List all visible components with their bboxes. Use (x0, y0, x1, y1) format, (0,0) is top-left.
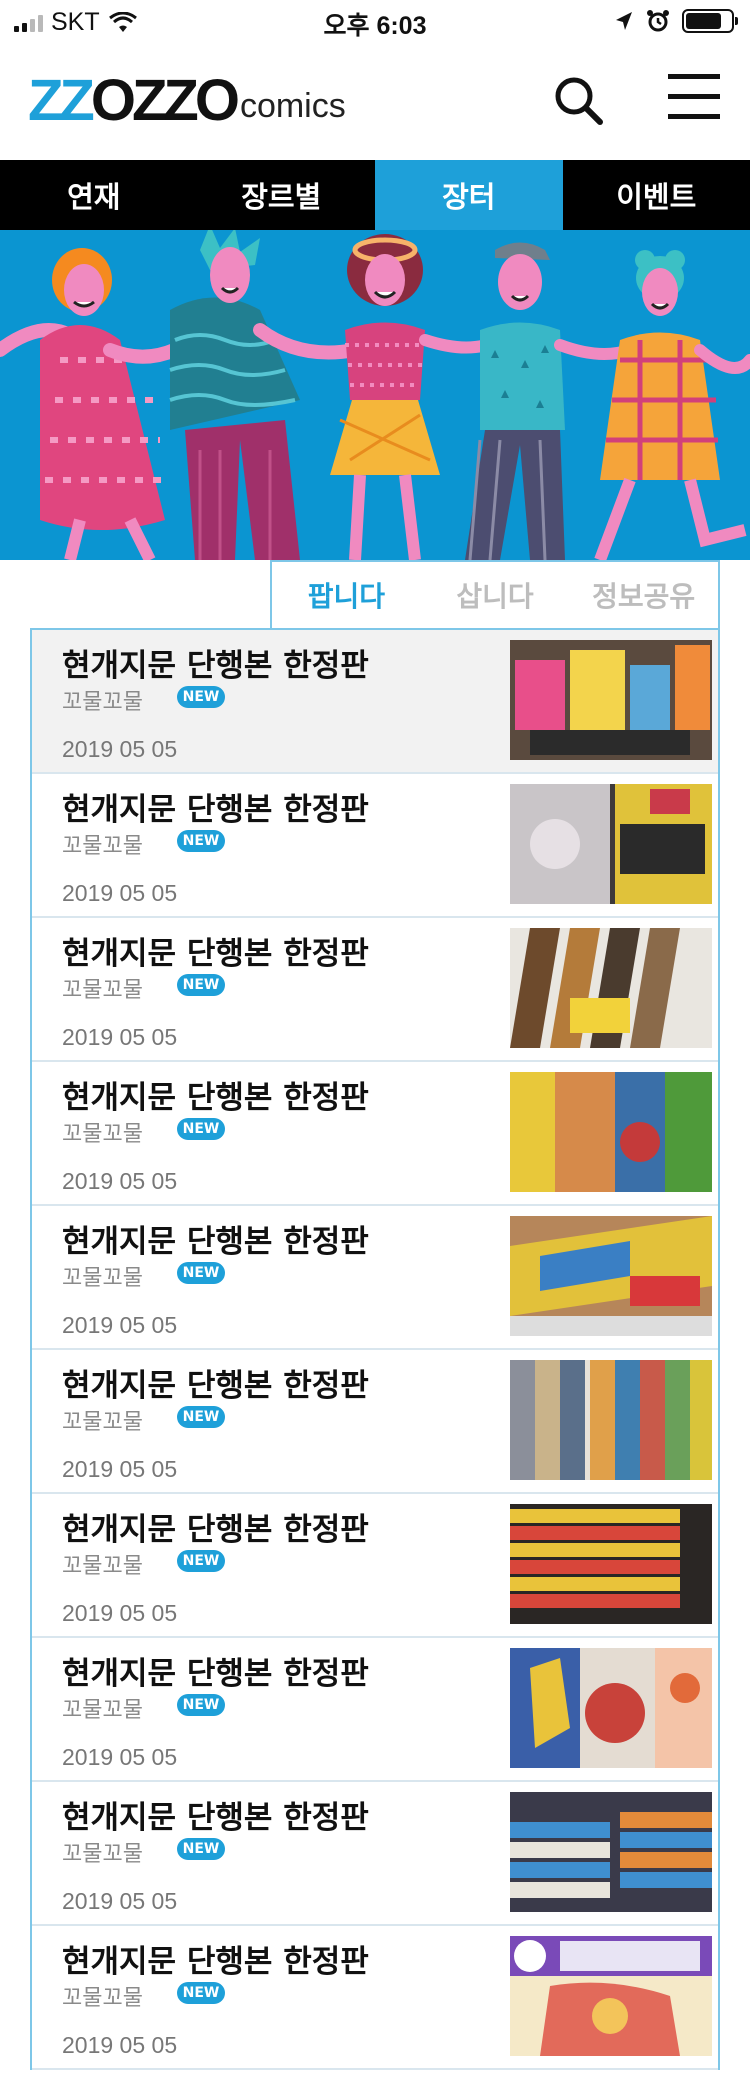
search-button[interactable] (550, 72, 606, 128)
item-author: 꼬물꼬물 (62, 1554, 143, 1579)
item-author: 꼬물꼬물 (62, 690, 143, 715)
item-title: 현개지문 단행본 한정판 (62, 1800, 369, 1836)
item-title: 현개지문 단행본 한정판 (62, 936, 369, 972)
new-badge: NEW (177, 1838, 225, 1860)
item-title: 현개지문 단행본 한정판 (62, 1656, 369, 1692)
item-date: 2019 05 05 (62, 1600, 178, 1626)
main-tabs: 연재 장르별 장터 이벤트 (0, 160, 750, 230)
item-thumbnail (510, 1648, 712, 1768)
status-bar: SKT 오후 6:03 (0, 0, 750, 42)
item-thumbnail (510, 1936, 712, 2056)
list-item[interactable]: 현개지문 단행본 한정판 꼬물꼬물 NEW 2019 05 05 (32, 1494, 718, 1638)
item-date: 2019 05 05 (62, 880, 178, 906)
list-item[interactable]: 현개지문 단행본 한정판 꼬물꼬물 NEW 2019 05 05 (32, 630, 718, 774)
new-badge: NEW (177, 1550, 225, 1572)
item-date: 2019 05 05 (62, 1456, 178, 1482)
search-icon (555, 77, 603, 125)
item-date: 2019 05 05 (62, 1312, 178, 1338)
item-thumbnail (510, 1504, 712, 1624)
tab-market[interactable]: 장터 (375, 160, 563, 230)
people-group-illustration (0, 230, 750, 560)
item-author: 꼬물꼬물 (62, 834, 143, 859)
menu-button[interactable] (668, 72, 724, 128)
logo-subtitle: comics (239, 87, 346, 125)
item-thumbnail (510, 928, 712, 1048)
status-right (614, 9, 738, 33)
alarm-icon (647, 10, 669, 32)
subtab-sell[interactable]: 팝니다 (272, 562, 421, 628)
item-date: 2019 05 05 (62, 2032, 178, 2058)
market-subtabs: 팝니다 삽니다 정보공유 (270, 560, 720, 628)
new-badge: NEW (177, 830, 225, 852)
item-title: 현개지문 단행본 한정판 (62, 1224, 369, 1260)
location-arrow-icon (616, 12, 632, 30)
subtab-buy[interactable]: 삽니다 (421, 562, 570, 628)
item-thumbnail (510, 784, 712, 904)
item-author: 꼬물꼬물 (62, 1698, 143, 1723)
banner-illustration (0, 230, 750, 560)
item-date: 2019 05 05 (62, 1888, 178, 1914)
new-badge: NEW (177, 1982, 225, 2004)
list-item[interactable]: 현개지문 단행본 한정판 꼬물꼬물 NEW 2019 05 05 (32, 1638, 718, 1782)
item-thumbnail (510, 1072, 712, 1192)
item-title: 현개지문 단행본 한정판 (62, 1080, 369, 1116)
item-author: 꼬물꼬물 (62, 1266, 143, 1291)
item-date: 2019 05 05 (62, 1168, 178, 1194)
item-title: 현개지문 단행본 한정판 (62, 1368, 369, 1404)
new-badge: NEW (177, 974, 225, 996)
tab-genre[interactable]: 장르별 (188, 160, 376, 230)
logo-wordmark: ZZOZZO (28, 68, 240, 133)
item-author: 꼬물꼬물 (62, 1986, 143, 2011)
item-title: 현개지문 단행본 한정판 (62, 792, 369, 828)
list-item[interactable]: 현개지문 단행본 한정판 꼬물꼬물 NEW 2019 05 05 (32, 1206, 718, 1350)
item-date: 2019 05 05 (62, 1744, 178, 1770)
item-author: 꼬물꼬물 (62, 1122, 143, 1147)
item-date: 2019 05 05 (62, 1024, 178, 1050)
new-badge: NEW (177, 1694, 225, 1716)
battery-icon (682, 9, 738, 33)
item-author: 꼬물꼬물 (62, 978, 143, 1003)
item-date: 2019 05 05 (62, 736, 178, 762)
tab-serial[interactable]: 연재 (0, 160, 188, 230)
subtab-info[interactable]: 정보공유 (569, 562, 718, 628)
hamburger-icon (668, 72, 724, 119)
list-item[interactable]: 현개지문 단행본 한정판 꼬물꼬물 NEW 2019 05 05 (32, 1926, 718, 2070)
list-item[interactable]: 현개지문 단행본 한정판 꼬물꼬물 NEW 2019 05 05 (32, 918, 718, 1062)
list-item[interactable]: 현개지문 단행본 한정판 꼬물꼬물 NEW 2019 05 05 (32, 774, 718, 918)
item-title: 현개지문 단행본 한정판 (62, 1512, 369, 1548)
item-title: 현개지문 단행본 한정판 (62, 648, 369, 684)
tab-event[interactable]: 이벤트 (563, 160, 750, 230)
item-author: 꼬물꼬물 (62, 1410, 143, 1435)
new-badge: NEW (177, 686, 225, 708)
list-item[interactable]: 현개지문 단행본 한정판 꼬물꼬물 NEW 2019 05 05 (32, 1062, 718, 1206)
item-thumbnail (510, 1360, 712, 1480)
new-badge: NEW (177, 1262, 225, 1284)
list-item[interactable]: 현개지문 단행본 한정판 꼬물꼬물 NEW 2019 05 05 (32, 1350, 718, 1494)
item-thumbnail (510, 1216, 712, 1336)
app-header: ZZOZZO comics (0, 42, 750, 160)
app-logo[interactable]: ZZOZZO comics (28, 72, 346, 130)
list-item[interactable]: 현개지문 단행본 한정판 꼬물꼬물 NEW 2019 05 05 (32, 1782, 718, 1926)
new-badge: NEW (177, 1118, 225, 1140)
item-thumbnail (510, 640, 712, 760)
item-thumbnail (510, 1792, 712, 1912)
new-badge: NEW (177, 1406, 225, 1428)
item-title: 현개지문 단행본 한정판 (62, 1944, 369, 1980)
listing-list: 현개지문 단행본 한정판 꼬물꼬물 NEW 2019 05 05 현개지문 단행… (30, 628, 720, 2070)
item-author: 꼬물꼬물 (62, 1842, 143, 1867)
